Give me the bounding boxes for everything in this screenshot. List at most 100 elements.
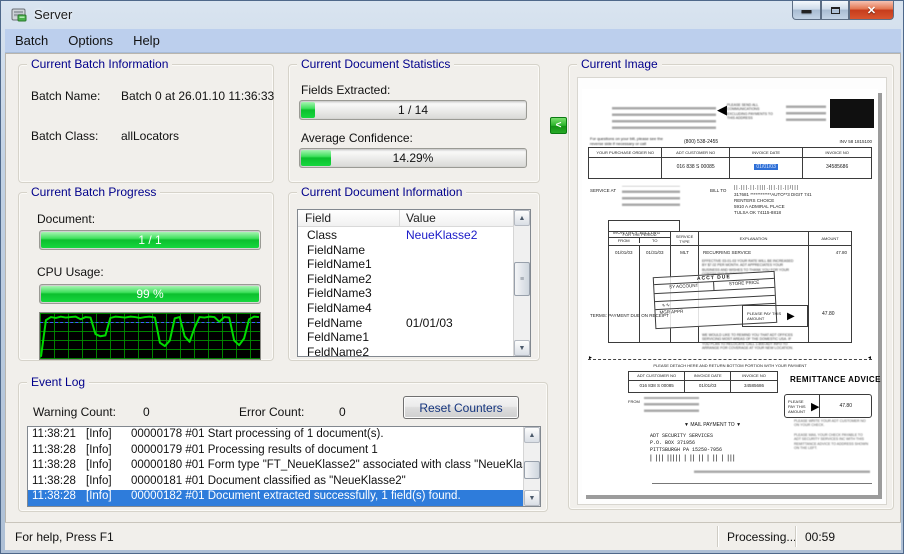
pay-label-top: PLEASE PAY THIS AMOUNT — [747, 311, 782, 321]
value-cell — [400, 243, 513, 258]
image-viewer[interactable]: ◀ PLEASE SEND ALL COMMUNICATIONS EXCLUDI… — [577, 77, 887, 505]
field-cell: FeldName — [307, 315, 363, 330]
close-button[interactable]: ✕ — [849, 1, 894, 20]
status-bar: For help, Press F1 Processing... 00:59 — [5, 522, 901, 550]
field-table-body: Class NeueKlasse2 FieldName FieldName1 Field… — [298, 228, 513, 356]
bill-to-barcode: ||.|||.||.||||.|||.||.||/||| — [734, 185, 799, 191]
collapse-image-panel-button[interactable]: < — [550, 117, 567, 134]
log-entry-text: [Info] — [86, 474, 112, 487]
value-cell — [400, 330, 513, 345]
scroll-up-icon[interactable]: ▲ — [514, 210, 530, 226]
panel-event-log-title: Event Log — [27, 375, 90, 389]
log-entry[interactable]: 11:38:28 [Info] 00000179 #01 Processing re… — [28, 444, 523, 460]
log-entry-text: 11:38:28 — [32, 459, 76, 472]
panel-document-information: Current Document Information Field Value… — [288, 185, 540, 361]
detach-dashed-line — [588, 359, 872, 360]
field-column-header[interactable]: Field — [298, 210, 400, 226]
bill-to-line1: 317681 ************AUTO**3 DIGIT 741 — [734, 192, 812, 197]
event-log-list[interactable]: 11:38:21 [Info] 00000178 #01 Start process… — [27, 426, 541, 507]
document-label: Document: — [37, 212, 96, 226]
maximize-button[interactable] — [821, 1, 849, 20]
table-row[interactable]: FieldName — [298, 243, 513, 258]
table-row[interactable]: FieldName3 — [298, 286, 513, 301]
log-entry-text: 11:38:21 — [32, 428, 76, 440]
remittance-advice-title: REMITTANCE ADVICE — [790, 375, 881, 384]
billing-type-label: SERVICE TYPE — [671, 232, 699, 245]
warning-count-label: Warning Count: — [33, 405, 116, 419]
bill-to-label: BILL TO — [710, 188, 727, 193]
mail-addr-1: ADT SECURITY SERVICES — [650, 433, 714, 439]
status-separator — [795, 526, 796, 547]
avg-confidence-progressbar: 14.29% — [299, 148, 527, 168]
error-count-label: Error Count: — [239, 405, 305, 419]
billing-amount-value: 47.80 — [835, 250, 847, 255]
value-cell: NeueKlasse2 — [406, 228, 478, 242]
billing-expl-label: EXPLANATION — [699, 232, 809, 245]
pay-arrow-icon: ▶ — [787, 310, 795, 322]
blurred-service-address — [622, 186, 680, 206]
error-count-value: 0 — [339, 405, 346, 419]
cpu-graph-line — [40, 315, 260, 357]
log-entry-text: [Info] — [86, 459, 112, 472]
value-cell — [400, 345, 513, 356]
minimize-button[interactable]: ▬ — [792, 1, 821, 20]
event-log-scrollbar[interactable]: ▲ ▼ — [523, 427, 540, 506]
menu-batch[interactable]: Batch — [5, 30, 58, 51]
table-row[interactable]: FieldName1 — [298, 257, 513, 272]
pay-arrow-icon: ▶ — [811, 400, 820, 413]
field-table-scrollbar[interactable]: ▲ ≡ ▼ — [513, 210, 530, 356]
blurred-logo — [786, 105, 826, 121]
table-row[interactable]: FeldName1 — [298, 330, 513, 345]
field-cell: FeldName2 — [307, 344, 370, 357]
field-table-header[interactable]: Field Value — [298, 210, 513, 227]
log-entry-text: 00000178 #01 Start processing of 1 docum… — [131, 428, 384, 440]
table-row[interactable]: FieldName4 — [298, 301, 513, 316]
scroll-up-icon[interactable]: ▲ — [524, 427, 540, 443]
scroll-down-icon[interactable]: ▼ — [514, 340, 530, 356]
value-cell — [400, 272, 513, 287]
event-log-rows: 11:38:21 [Info] 00000178 #01 Start process… — [28, 428, 523, 506]
scrollbar-thumb[interactable] — [524, 461, 540, 479]
log-entry-text: [Info] — [86, 490, 112, 503]
title-bar[interactable]: Server ▬ ✕ — [1, 1, 903, 29]
app-window: Server ▬ ✕ Batch Options Help Current Ba… — [0, 0, 904, 554]
remit-col2: INVOICE DATE — [685, 372, 732, 380]
left-arrow-mark: ◀ — [717, 102, 727, 117]
field-table[interactable]: Field Value Class NeueKlasse2 FieldName Fie… — [297, 209, 531, 357]
scroll-down-icon[interactable]: ▼ — [524, 490, 540, 506]
table-row[interactable]: FieldName2 — [298, 272, 513, 287]
avg-confidence-value: 14.29% — [392, 151, 434, 165]
customer-no-value: 016 838 S 00085 — [662, 158, 730, 178]
billing-to-label: TO — [652, 238, 658, 243]
log-entry[interactable]: 11:38:28 [Info] 00000181 #01 Document clas… — [28, 475, 523, 491]
log-entry[interactable]: 11:38:28 [Info] 00000180 #01 Form type "FT… — [28, 459, 523, 475]
table-row[interactable]: FeldName2 — [298, 344, 513, 357]
col-invoice-no: INVOICE NO — [825, 150, 849, 155]
log-entry-text: [Info] — [86, 428, 112, 440]
menu-options[interactable]: Options — [58, 30, 123, 51]
invoice-no-value: 34585686 — [826, 164, 849, 170]
remit-table: ADT CUSTOMER NO INVOICE DATE INVOICE NO … — [628, 371, 778, 393]
table-row[interactable]: FeldName 01/01/03 — [298, 316, 513, 331]
cpu-history-graph — [39, 312, 261, 360]
log-entry[interactable]: 11:38:28 [Info] 00000182 #01 Document extr… — [28, 490, 523, 506]
panel-current-image-title: Current Image — [577, 57, 662, 71]
reset-counters-button[interactable]: Reset Counters — [403, 396, 519, 419]
value-column-header[interactable]: Value — [400, 210, 513, 226]
scrollbar-thumb[interactable]: ≡ — [514, 262, 530, 296]
detach-caption: PLEASE DETACH HERE AND RETURN BOTTOM POR… — [653, 363, 807, 368]
panel-current-image: Current Image ◀ PLEASE SEND ALL COMMUNIC… — [568, 57, 894, 510]
menu-help[interactable]: Help — [123, 30, 170, 51]
mail-addr-3: PITTSBURGH PA 15250-7956 — [650, 447, 723, 453]
warning-count-value: 0 — [143, 405, 150, 419]
status-timer: 00:59 — [805, 529, 836, 544]
table-row[interactable]: Class NeueKlasse2 — [298, 228, 513, 243]
document-progressbar: 1 / 1 — [39, 230, 261, 250]
remit-val1: 016 838 S 00085 — [629, 381, 686, 393]
invoice-date-highlighted: 01/01/03 — [754, 164, 778, 170]
batch-class-label: Batch Class: — [31, 129, 99, 143]
log-entry[interactable]: 11:38:21 [Info] 00000178 #01 Start process… — [28, 428, 523, 444]
panel-batch-progress-title: Current Batch Progress — [27, 185, 161, 199]
detach-right-mark: ◄ — [867, 355, 872, 361]
blurred-sender-address — [612, 104, 716, 129]
